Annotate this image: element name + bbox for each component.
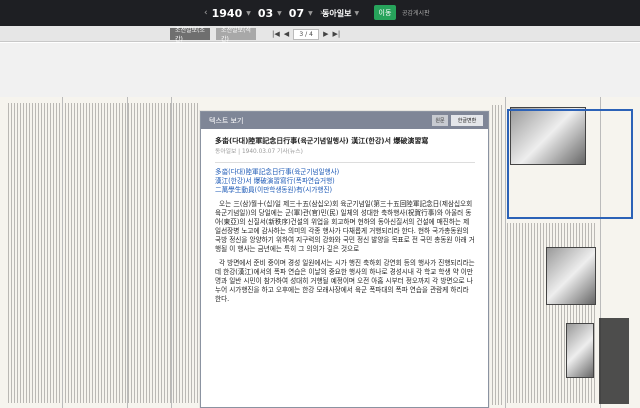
top-toolbar: ‹ 1940 ▼ 03 ▼ 07 ▼ › 동아일보 ▼ 이동 공감게시판 [0,0,640,26]
article-title: 多畓(다대)陸軍記念日行事(육군기념일행사) 漢江(한강)서 爆破演習寫 [215,137,429,145]
article-subheadline[interactable]: 漢江(한강)서 爆破演習寫行(폭파연습거행) [215,177,475,186]
go-button[interactable]: 이동 [374,5,396,20]
panel-title: 텍스트 보기 [209,117,244,125]
last-page-icon[interactable]: ▶| [333,30,341,38]
day-select[interactable]: 07 [289,7,304,20]
chevron-down-icon: ▼ [246,9,251,17]
page-indicator[interactable]: 3 / 4 [293,28,320,40]
selected-article-highlight[interactable] [507,109,633,219]
hangul-convert-button[interactable]: 한글변환 [451,115,483,126]
article-paragraph: 오는 三(삼)월十(십)일 제三十五(삼십오)회 육군기념일(第三十五回陸軍記念… [215,200,475,253]
divider [215,162,475,163]
newspaper-photo [566,323,594,378]
chevron-down-icon: ▼ [277,9,282,17]
month-select[interactable]: 03 [258,7,273,20]
column-divider [505,97,506,408]
tab-morning-edition[interactable]: 조선일보(조간) [170,27,210,43]
newspaper-select[interactable]: 동아일보 ▼ [322,6,368,20]
column-divider [62,97,63,408]
article-subheadline[interactable]: 二萬學生動員(이만학생동원)有(시가행진) [215,186,475,195]
year-select[interactable]: 1940 [212,7,243,20]
text-view-panel: 텍스트 보기 원문 한글변환 多畓(다대)陸軍記念日行事(육군기념일행사) 漢江… [200,111,489,408]
article-meta: 동아일보 | 1940.03.07 기사(뉴스) [215,149,303,155]
date-navigator: ‹ 1940 ▼ 03 ▼ 07 ▼ › [204,5,323,21]
column-divider [127,97,128,408]
total-pages: 4 [309,30,313,38]
article-subheadline[interactable]: 多畓(다대)陸軍記念日行事(육군기념일행사) [215,168,475,177]
notice-link[interactable]: 공감게시판 [402,8,430,17]
scan-text-block [8,103,198,403]
next-page-icon[interactable]: ▶ [323,30,328,38]
chevron-down-icon: ▼ [308,9,313,17]
prev-page-icon[interactable]: ◀ [284,30,289,38]
chevron-down-icon: ▼ [354,9,360,17]
scan-shadow [599,318,629,404]
page-navigator: |◀ ◀ 3 / 4 ▶ ▶| [272,28,340,40]
newspaper-photo [546,247,596,305]
column-divider [171,97,172,408]
viewer-margin [0,43,640,97]
first-page-icon[interactable]: |◀ [272,30,280,38]
article-text: 多畓(다대)陸軍記念日行事(육군기념일행사) 漢江(한강)서 爆破演習寫 동아일… [215,137,475,304]
original-text-button[interactable]: 원문 [432,115,448,126]
prev-date-icon[interactable]: ‹ [204,8,208,18]
tab-evening-edition[interactable]: 조선일보(석간) [216,27,256,43]
newspaper-name: 동아일보 [322,8,352,18]
panel-header: 텍스트 보기 원문 한글변환 [201,112,488,129]
article-paragraph: 각 방면에서 준비 중이며 경성 일원에서는 시가 행진 축하회 강연회 등의 … [215,259,475,303]
edition-bar: 조선일보(조간) 조선일보(석간) |◀ ◀ 3 / 4 ▶ ▶| [0,26,640,43]
scan-text-block [492,105,502,405]
